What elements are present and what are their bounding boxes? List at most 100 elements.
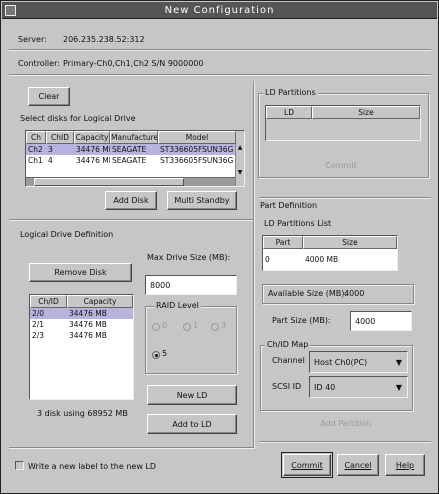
scsi-id-select[interactable]: ID 40 ▼ (309, 376, 408, 398)
column-header-chid[interactable]: ChID (46, 131, 74, 144)
new-configuration-window: New Configuration Server: 206.235.238.52… (0, 0, 439, 494)
raid-5-radio[interactable] (152, 351, 160, 359)
channel-label: Channel (272, 356, 305, 365)
available-size-value: 4000 (344, 289, 365, 298)
raid-5-label: 5 (162, 349, 168, 358)
channel-select[interactable]: Host Ch0(PC) ▼ (309, 351, 408, 373)
column-header-size[interactable]: Size (303, 236, 397, 249)
chid-map-title: Ch/ID Map (265, 340, 311, 349)
list-item[interactable]: 2/3 34476 MB (30, 330, 133, 341)
divider (259, 441, 431, 443)
chevron-down-icon[interactable]: ▼ (393, 355, 405, 369)
add-disk-button[interactable]: Add Disk (105, 191, 157, 210)
cell: ST336605FSUN36G (160, 145, 234, 154)
column-header-manufacturer[interactable]: Manufacturer (110, 131, 158, 144)
cell: 34476 MB (76, 145, 110, 154)
max-drive-size-input[interactable]: 8000 (145, 275, 237, 295)
add-to-ld-button[interactable]: Add to LD (147, 414, 237, 434)
new-ld-button[interactable]: New LD (147, 385, 237, 405)
remove-disk-button[interactable]: Remove Disk (29, 263, 132, 282)
column-header-model[interactable]: Model (158, 131, 236, 144)
horizontal-scrollbar[interactable] (26, 177, 235, 186)
raid-1-label: 1 (193, 321, 199, 330)
part-size-input[interactable]: 4000 (350, 311, 412, 331)
list-item[interactable]: 2/1 34476 MB (30, 319, 133, 330)
cell: Ch1 (28, 156, 43, 165)
column-header-ld[interactable]: LD (266, 106, 312, 119)
ld-partitions-table[interactable]: LD Size (265, 105, 421, 141)
cell: 34476 MB (76, 156, 110, 165)
raid-0-label: 0 (162, 321, 168, 330)
raid-level-group (145, 306, 237, 374)
column-header-capacity[interactable]: Capacity (67, 295, 133, 308)
server-value: 206.235.238.52:312 (63, 35, 145, 44)
raid-1-radio[interactable] (183, 323, 191, 331)
multi-standby-button[interactable]: Multi Standby (167, 191, 237, 210)
max-drive-size-label: Max Drive Size (MB): (147, 253, 231, 262)
select-disks-table[interactable]: Ch ChID Capacity Manufacturer Model Ch2 … (25, 130, 245, 187)
scroll-up-icon[interactable]: ▲ (236, 144, 244, 152)
chevron-down-icon[interactable]: ▼ (393, 380, 405, 394)
cancel-button-label: Cancel (344, 460, 372, 470)
scsi-id-label: SCSI ID (272, 382, 302, 391)
cell: 34476 MB (69, 331, 107, 340)
raid-level-title: RAID Level (154, 301, 201, 310)
cell: ST336605FSUN36G (160, 156, 234, 165)
raid-3-radio[interactable] (211, 323, 219, 331)
add-partition-button[interactable]: Add Partition (304, 415, 388, 432)
controller-value: Primary-Ch0,Ch1,Ch2 S/N 9000000 (63, 59, 204, 68)
cancel-button[interactable]: Cancel (337, 454, 379, 476)
cell: 0 (265, 255, 270, 264)
help-button-label: Help (395, 460, 415, 470)
column-header-part[interactable]: Part (263, 236, 303, 249)
help-button[interactable]: Help (385, 454, 425, 476)
available-size-label: Available Size (MB): (268, 289, 348, 298)
cell: 34476 MB (69, 320, 107, 329)
raid-0-radio[interactable] (152, 323, 160, 331)
divider (9, 74, 431, 76)
cell: 3 (48, 145, 53, 154)
clear-button[interactable]: Clear (28, 87, 70, 106)
vertical-scrollbar[interactable]: ▲ ▼ (235, 144, 244, 186)
column-header-ch[interactable]: Ch (26, 131, 46, 144)
table-row[interactable]: Ch2 3 34476 MB SEAGATE ST336605FSUN36G (26, 144, 244, 155)
table-row[interactable]: Ch1 4 34476 MB SEAGATE ST336605FSUN36G (26, 155, 244, 166)
commit-button[interactable]: Commit (281, 452, 333, 478)
window-titlebar[interactable]: New Configuration (2, 2, 437, 19)
scrollbar-thumb[interactable] (34, 178, 184, 186)
cell: Ch2 (28, 145, 43, 154)
column-header-capacity[interactable]: Capacity (74, 131, 110, 144)
list-item[interactable]: 2/0 34476 MB (30, 308, 133, 319)
ld-commit-button[interactable]: Commit (311, 157, 371, 174)
commit-button-label: Commit (291, 460, 323, 470)
write-label-checkbox[interactable] (15, 461, 24, 470)
part-table[interactable]: Part Size 0 4000 MB (262, 235, 398, 271)
window-title: New Configuration (164, 5, 275, 16)
column-header-size[interactable]: Size (312, 106, 420, 119)
logical-drive-disk-list[interactable]: Ch/ID Capacity 2/0 34476 MB 2/1 34476 MB… (29, 294, 134, 400)
divider (9, 49, 431, 51)
controller-label: Controller: (18, 59, 60, 68)
divider (259, 197, 431, 199)
cell: 2/1 (32, 320, 45, 329)
cell: 4 (48, 156, 53, 165)
select-disks-title: Select disks for Logical Drive (20, 114, 136, 123)
divider (9, 219, 254, 221)
part-size-label: Part Size (MB): (272, 316, 331, 325)
cell: SEAGATE (112, 145, 147, 154)
ld-partitions-title: LD Partitions (263, 88, 318, 97)
column-header-chid[interactable]: Ch/ID (30, 295, 67, 308)
cell: SEAGATE (112, 156, 147, 165)
divider (253, 81, 255, 449)
scroll-down-icon[interactable]: ▼ (236, 169, 244, 177)
server-label: Server: (18, 35, 47, 44)
window-menu-icon[interactable] (5, 5, 16, 16)
cell: 2/3 (32, 331, 45, 340)
cell: 2/0 (32, 309, 45, 318)
channel-select-value: Host Ch0(PC) (314, 357, 368, 367)
write-label-text: Write a new label to the new LD (28, 462, 157, 471)
part-definition-title: Part Definition (260, 201, 318, 210)
table-row[interactable]: 0 4000 MB (263, 249, 397, 270)
ld-partitions-list-label: LD Partitions List (264, 219, 332, 228)
cell: 4000 MB (305, 255, 339, 264)
